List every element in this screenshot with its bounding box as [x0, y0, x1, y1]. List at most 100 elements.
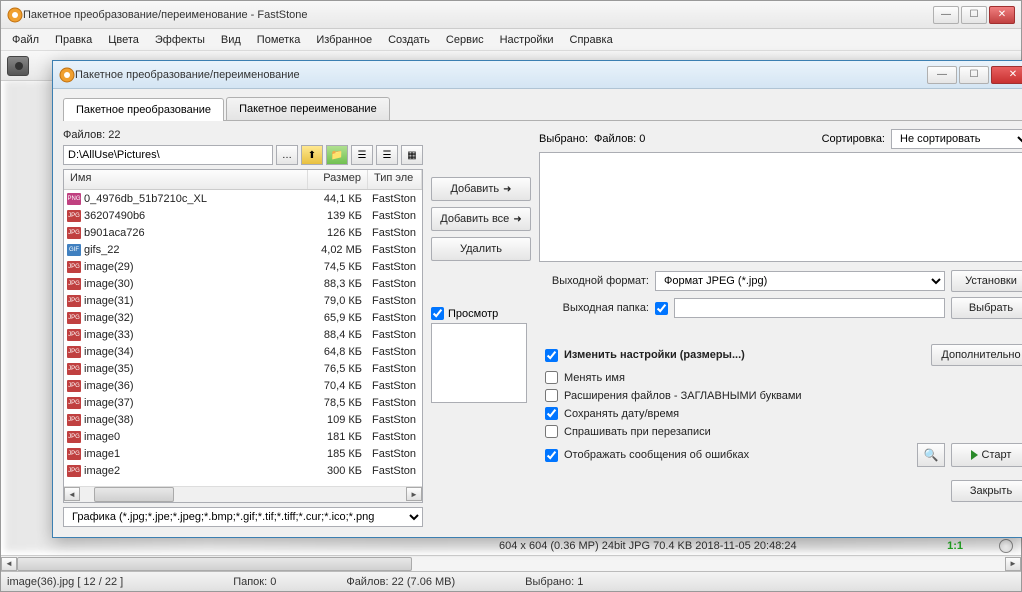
preview-zoom-button[interactable]: 🔍	[917, 443, 945, 467]
maximize-button[interactable]: ☐	[961, 6, 987, 24]
scroll-thumb[interactable]	[17, 557, 412, 571]
add-all-button[interactable]: Добавить все➜	[431, 207, 531, 231]
file-size: 64,8 КБ	[308, 346, 368, 358]
folder-up-button[interactable]: ⬆	[301, 145, 323, 165]
menu-settings[interactable]: Настройки	[493, 32, 561, 48]
list-hscrollbar[interactable]: ◄ ►	[64, 486, 422, 502]
resize-checkbox-label[interactable]: Изменить настройки (размеры...)	[545, 349, 745, 362]
menu-view[interactable]: Вид	[214, 32, 248, 48]
file-type: FastSton	[368, 329, 422, 341]
rename-checkbox[interactable]	[545, 371, 558, 384]
start-button[interactable]: Старт	[951, 443, 1022, 467]
list-item[interactable]: JPGimage(29)74,5 КБFastSton	[64, 258, 422, 275]
show-errors-checkbox-label[interactable]: Отображать сообщения об ошибках	[545, 449, 749, 462]
file-name: image(33)	[84, 329, 308, 341]
list-item[interactable]: JPGimage0181 КБFastSton	[64, 428, 422, 445]
keep-date-checkbox-label[interactable]: Сохранять дату/время	[545, 407, 1022, 420]
jpg-file-icon: JPG	[67, 329, 81, 341]
rename-checkbox-label[interactable]: Менять имя	[545, 371, 1022, 384]
format-select[interactable]: Формат JPEG (*.jpg)	[655, 271, 945, 291]
path-input[interactable]	[63, 145, 273, 165]
file-name: image(32)	[84, 312, 308, 324]
list-item[interactable]: JPGimage(37)78,5 КБFastSton	[64, 394, 422, 411]
menu-effects[interactable]: Эффекты	[148, 32, 212, 48]
menu-edit[interactable]: Правка	[48, 32, 99, 48]
list-item[interactable]: JPG36207490b6139 КБFastSton	[64, 207, 422, 224]
list-item[interactable]: JPGimage(35)76,5 КБFastSton	[64, 360, 422, 377]
list-scroll-thumb[interactable]	[94, 487, 174, 502]
file-type: FastSton	[368, 227, 422, 239]
uppercase-checkbox[interactable]	[545, 389, 558, 402]
preview-checkbox[interactable]	[431, 307, 444, 320]
output-folder-input[interactable]	[674, 298, 945, 318]
ask-overwrite-checkbox-label[interactable]: Спрашивать при перезаписи	[545, 425, 1022, 438]
menu-help[interactable]: Справка	[563, 32, 620, 48]
dialog-maximize-button[interactable]: ☐	[959, 66, 989, 84]
menu-create[interactable]: Создать	[381, 32, 437, 48]
browse-path-button[interactable]: …	[276, 145, 298, 165]
menu-mark[interactable]: Пометка	[250, 32, 308, 48]
scroll-track[interactable]	[17, 557, 1005, 571]
list-item[interactable]: JPGb901aca726126 КБFastSton	[64, 224, 422, 241]
menu-colors[interactable]: Цвета	[101, 32, 146, 48]
scroll-left-button[interactable]: ◄	[1, 557, 17, 571]
view-list-button[interactable]: ☰	[351, 145, 373, 165]
browse-output-button[interactable]: Выбрать	[951, 297, 1022, 319]
ask-overwrite-checkbox[interactable]	[545, 425, 558, 438]
camera-icon[interactable]	[7, 56, 29, 76]
list-item[interactable]: JPGimage(30)88,3 КБFastSton	[64, 275, 422, 292]
list-item[interactable]: JPGimage(33)88,4 КБFastSton	[64, 326, 422, 343]
keep-date-checkbox[interactable]	[545, 407, 558, 420]
main-hscrollbar[interactable]: ◄ ►	[1, 555, 1021, 571]
list-item[interactable]: PNG0_4976db_51b7210c_XL44,1 КБFastSton	[64, 190, 422, 207]
file-size: 185 КБ	[308, 448, 368, 460]
gif-file-icon: GIF	[67, 244, 81, 256]
advanced-button[interactable]: Дополнительно	[931, 344, 1022, 366]
menu-favorites[interactable]: Избранное	[309, 32, 379, 48]
list-item[interactable]: JPGimage(38)109 КБFastSton	[64, 411, 422, 428]
file-size: 74,5 КБ	[308, 261, 368, 273]
file-list[interactable]: Имя Размер Тип эле PNG0_4976db_51b7210c_…	[63, 169, 423, 503]
list-item[interactable]: GIFgifs_224,02 МБFastSton	[64, 241, 422, 258]
uppercase-checkbox-label[interactable]: Расширения файлов - ЗАГЛАВНЫМИ буквами	[545, 389, 1022, 402]
list-item[interactable]: JPGimage(32)65,9 КБFastSton	[64, 309, 422, 326]
minimize-button[interactable]: —	[933, 6, 959, 24]
file-size: 181 КБ	[308, 431, 368, 443]
folder-open-button[interactable]: 📁	[326, 145, 348, 165]
status-selected: Выбрано: 1	[525, 576, 583, 588]
list-scroll-left[interactable]: ◄	[64, 487, 80, 501]
menu-service[interactable]: Сервис	[439, 32, 491, 48]
show-errors-checkbox[interactable]	[545, 449, 558, 462]
tab-convert[interactable]: Пакетное преобразование	[63, 98, 224, 121]
tab-rename[interactable]: Пакетное переименование	[226, 97, 390, 120]
close-button[interactable]: ✕	[989, 6, 1015, 24]
output-folder-checkbox[interactable]	[655, 302, 668, 315]
remove-button[interactable]: Удалить	[431, 237, 531, 261]
dialog-minimize-button[interactable]: —	[927, 66, 957, 84]
list-item[interactable]: JPGimage(36)70,4 КБFastSton	[64, 377, 422, 394]
col-type[interactable]: Тип эле	[368, 170, 422, 189]
dialog-close-button[interactable]: ✕	[991, 66, 1022, 84]
file-type: FastSton	[368, 465, 422, 477]
sort-select[interactable]: Не сортировать	[891, 129, 1022, 149]
list-item[interactable]: JPGimage1185 КБFastSton	[64, 445, 422, 462]
jpg-file-icon: JPG	[67, 414, 81, 426]
preview-checkbox-label[interactable]: Просмотр	[431, 307, 531, 320]
list-scroll-right[interactable]: ►	[406, 487, 422, 501]
scroll-right-button[interactable]: ►	[1005, 557, 1021, 571]
list-item[interactable]: JPGimage(31)79,0 КБFastSton	[64, 292, 422, 309]
col-name[interactable]: Имя	[64, 170, 308, 189]
col-size[interactable]: Размер	[308, 170, 368, 189]
filter-select[interactable]: Графика (*.jpg;*.jpe;*.jpeg;*.bmp;*.gif;…	[63, 507, 423, 527]
view-thumb-button[interactable]: ▦	[401, 145, 423, 165]
close-dialog-button[interactable]: Закрыть	[951, 480, 1022, 502]
view-details-button[interactable]: ☰	[376, 145, 398, 165]
list-item[interactable]: JPGimage2300 КБFastSton	[64, 462, 422, 479]
menu-file[interactable]: Файл	[5, 32, 46, 48]
add-button[interactable]: Добавить➜	[431, 177, 531, 201]
list-item[interactable]: JPGimage(34)64,8 КБFastSton	[64, 343, 422, 360]
settings-button[interactable]: Установки	[951, 270, 1022, 292]
jpg-file-icon: JPG	[67, 278, 81, 290]
resize-checkbox[interactable]	[545, 349, 558, 362]
selected-files-list[interactable]	[539, 152, 1022, 262]
